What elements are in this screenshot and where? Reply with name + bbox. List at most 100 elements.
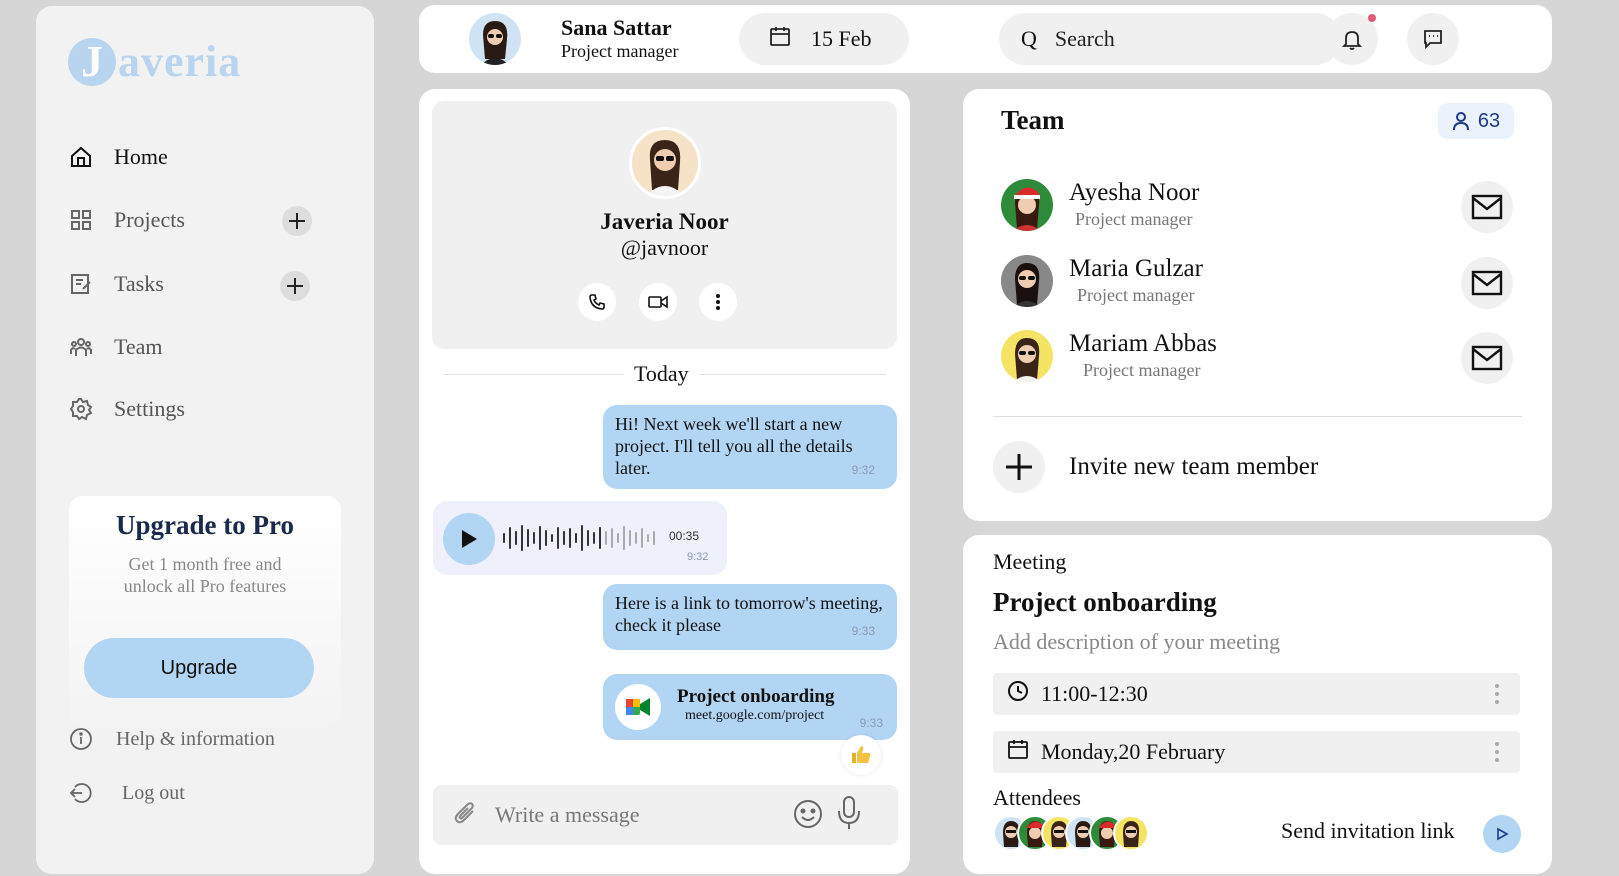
waveform-bar — [575, 533, 577, 543]
search-box[interactable]: Q — [999, 13, 1341, 65]
info-icon — [68, 726, 94, 752]
send-invitation-label[interactable]: Send invitation link — [1281, 818, 1455, 844]
member-role: Project manager — [1075, 209, 1193, 229]
date-picker[interactable]: 15 Feb — [739, 13, 909, 65]
grid-icon — [68, 207, 94, 233]
logout-label: Log out — [122, 781, 185, 804]
kebab-icon[interactable] — [1494, 741, 1500, 769]
upgrade-button[interactable]: Upgrade — [84, 638, 314, 698]
calendar-icon — [1007, 738, 1029, 766]
contact-name: Javeria Noor — [600, 209, 729, 234]
member-avatar — [1001, 255, 1053, 307]
sidebar-item-settings[interactable]: Settings — [68, 396, 185, 422]
add-task-button[interactable] — [280, 271, 310, 301]
team-panel: Team 63 Ayesha Noor Project manager Mari… — [963, 89, 1552, 521]
member-name: Maria Gulzar — [1069, 255, 1203, 282]
sidebar-item-label: Projects — [114, 207, 185, 232]
search-icon: Q — [1021, 26, 1037, 51]
message-time: 9:32 — [851, 463, 875, 477]
team-member: Maria Gulzar Project manager — [1001, 255, 1521, 315]
member-role: Project manager — [1083, 360, 1201, 380]
waveform-bar — [653, 531, 655, 545]
sidebar-item-tasks[interactable]: Tasks — [68, 271, 164, 297]
play-icon — [462, 530, 477, 548]
waveform-bar — [647, 534, 649, 542]
member-avatar — [1001, 179, 1053, 231]
meeting-time-field[interactable]: 11:00-12:30 — [993, 673, 1520, 715]
more-options-button[interactable] — [699, 283, 737, 321]
send-invitation-button[interactable] — [1483, 815, 1521, 853]
logo-mark: J — [68, 37, 116, 86]
team-count-badge: 63 — [1438, 103, 1514, 139]
call-button[interactable] — [578, 283, 616, 321]
messages-button[interactable] — [1407, 13, 1459, 65]
member-name: Ayesha Noor — [1069, 179, 1200, 206]
user-icon — [1452, 112, 1469, 131]
chat-icon — [1424, 30, 1442, 50]
search-input[interactable] — [1054, 26, 1305, 52]
voice-duration: 00:35 — [669, 529, 700, 543]
attendee-avatar — [1113, 815, 1149, 851]
calendar-icon — [769, 25, 791, 53]
mail-icon — [1471, 270, 1503, 296]
invite-label: Invite new team member — [1069, 453, 1319, 480]
email-member-button[interactable] — [1461, 257, 1513, 309]
waveform-bar — [629, 530, 631, 546]
contact-avatar — [629, 127, 701, 199]
top-bar: Sana Sattar Project manager 15 Feb Q — [419, 5, 1552, 73]
home-icon — [68, 144, 94, 170]
waveform-bar — [611, 528, 613, 548]
bell-icon — [1341, 31, 1363, 50]
message-input[interactable] — [495, 802, 795, 828]
meeting-link-card[interactable]: Project onboarding meet.google.com/proje… — [603, 674, 897, 740]
play-button[interactable] — [443, 513, 495, 565]
logout-link[interactable]: Log out — [68, 780, 185, 806]
plus-icon — [287, 278, 303, 294]
clock-icon — [1007, 680, 1029, 708]
attendee-avatars — [993, 815, 1149, 851]
attach-icon[interactable] — [453, 800, 479, 831]
message-time: 9:32 — [687, 551, 709, 563]
waveform-bar — [599, 527, 601, 549]
link-title: Project onboarding — [677, 686, 835, 707]
sidebar-item-home[interactable]: Home — [68, 144, 168, 170]
waveform-bar — [509, 527, 511, 549]
email-member-button[interactable] — [1461, 181, 1513, 233]
meeting-description[interactable]: Add description of your meeting — [993, 629, 1280, 655]
meeting-title: Project onboarding — [993, 587, 1217, 617]
sidebar-item-projects[interactable]: Projects — [68, 207, 185, 233]
message-time: 9:33 — [851, 624, 875, 638]
invite-member-button[interactable]: Invite new team member — [993, 441, 1318, 493]
microphone-icon[interactable] — [835, 795, 863, 836]
day-label: Today — [624, 361, 699, 387]
kebab-icon[interactable] — [1494, 683, 1500, 711]
sidebar-item-team[interactable]: Team — [68, 334, 163, 360]
chat-panel: Javeria Noor @javnoor Today Hi! Next wee… — [419, 89, 910, 874]
mail-icon — [1471, 345, 1503, 371]
date-label: 15 Feb — [811, 26, 872, 51]
waveform-bar — [641, 528, 643, 548]
upgrade-subtitle: Get 1 month free and unlock all Pro feat… — [123, 554, 287, 596]
meeting-label: Meeting — [993, 549, 1067, 574]
user-name: Sana Sattar — [561, 15, 672, 40]
waveform-bar — [527, 529, 529, 547]
link-url[interactable]: meet.google.com/project — [685, 708, 824, 724]
add-project-button[interactable] — [282, 206, 312, 236]
waveform-bar — [551, 534, 553, 542]
help-link[interactable]: Help & information — [68, 726, 275, 752]
meeting-panel: Meeting Project onboarding Add descripti… — [963, 535, 1552, 874]
contact-handle: @javnoor — [620, 235, 709, 260]
message-time: 9:33 — [859, 716, 883, 730]
video-call-button[interactable] — [639, 283, 677, 321]
video-icon — [648, 295, 668, 309]
waveform-bar — [563, 531, 565, 545]
like-reaction[interactable] — [841, 735, 881, 775]
waveform-bar — [521, 525, 523, 551]
email-member-button[interactable] — [1461, 332, 1513, 384]
waveform-bar — [605, 531, 607, 545]
emoji-icon[interactable] — [793, 799, 823, 834]
team-count: 63 — [1477, 109, 1501, 132]
attendees-label: Attendees — [993, 785, 1081, 810]
user-avatar[interactable] — [469, 13, 521, 65]
meeting-date-field[interactable]: Monday,20 February — [993, 731, 1520, 773]
